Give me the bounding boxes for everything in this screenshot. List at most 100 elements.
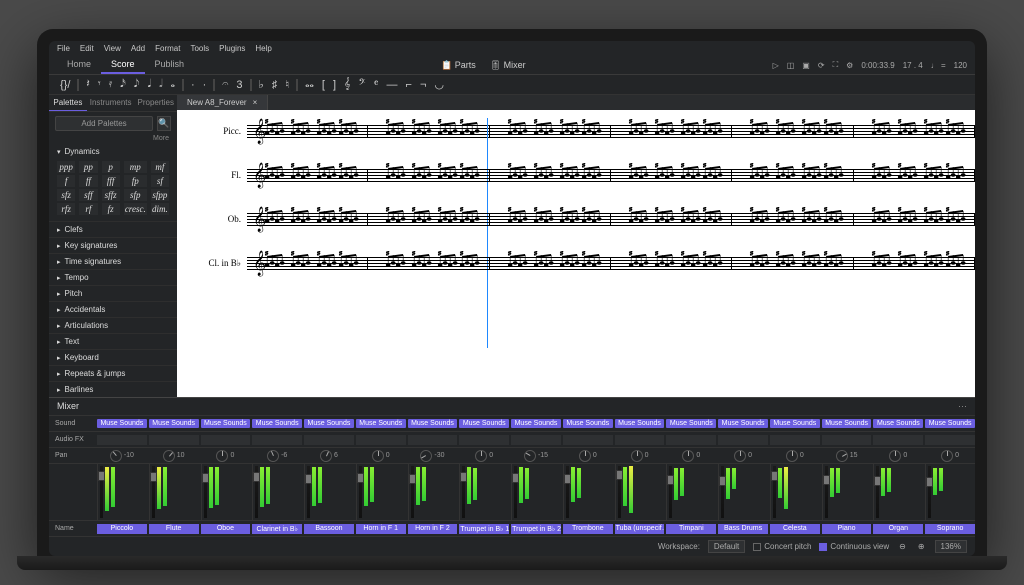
music-sheet[interactable]: Picc.𝄞 ♯ ♯ ♯ ♯ ♯ ♯ ♯ ♯ ♯ ♯ ♯ ♯ ♯ ♯ ♯ ♯ ♯… xyxy=(177,110,975,397)
palette-more[interactable]: More xyxy=(49,135,177,144)
fader-handle[interactable] xyxy=(616,470,623,480)
pan-knob[interactable] xyxy=(834,450,850,462)
staff[interactable]: 𝄞 ♯ ♯ ♯ ♯ ♯ ♯ ♯ ♯ ♯ ♯ ♯ ♯ ♯ ♯ ♯ ♯ ♯ ♯ ♯ … xyxy=(247,206,975,232)
track-name[interactable]: Trumpet in B♭ 1 xyxy=(459,524,509,534)
track-name[interactable]: Oboe xyxy=(201,524,251,534)
note-tool-1[interactable]: 𝄽 xyxy=(85,78,90,91)
note-tool-2[interactable]: 𝄾 xyxy=(97,78,102,91)
fader-handle[interactable] xyxy=(98,471,105,481)
staff[interactable]: 𝄞 ♯ ♯ ♯ ♯ ♯ ♯ ♯ ♯ ♯ ♯ ♯ ♯ ♯ ♯ ♯ ♯ ♯ ♯ ♯ … xyxy=(247,250,975,276)
note-tool-12[interactable]: 3 xyxy=(235,79,243,91)
dynamic-sffz[interactable]: sffz xyxy=(102,189,120,201)
note-tool-5[interactable]: 𝅘𝅥𝅮 xyxy=(133,78,141,91)
fx-slot[interactable] xyxy=(201,435,251,445)
fx-slot[interactable] xyxy=(511,435,561,445)
fader-handle[interactable] xyxy=(460,472,467,482)
dynamic-rf[interactable]: rf xyxy=(79,203,97,215)
fader-handle[interactable] xyxy=(357,473,364,483)
note-tool-13[interactable]: ♭ xyxy=(258,78,265,91)
pan-knob[interactable] xyxy=(682,450,694,462)
palette-accidentals[interactable]: Accidentals xyxy=(49,301,177,317)
dynamic-sf[interactable]: sf xyxy=(151,175,169,187)
fader-handle[interactable] xyxy=(150,472,157,482)
dynamic-mf[interactable]: mf xyxy=(151,161,169,173)
sound-slot[interactable]: Muse Sounds xyxy=(563,419,613,428)
pan-knob[interactable] xyxy=(786,450,798,462)
fx-slot[interactable] xyxy=(149,435,199,445)
transport-icon-2[interactable]: ▣ xyxy=(802,61,810,70)
dynamic-ppp[interactable]: ppp xyxy=(57,161,75,173)
dynamic-sfp[interactable]: sfp xyxy=(124,189,147,201)
fader-handle[interactable] xyxy=(874,476,881,486)
transport-icon-0[interactable]: ▷ xyxy=(773,61,779,70)
sound-slot[interactable]: Muse Sounds xyxy=(770,419,820,428)
fader-handle[interactable] xyxy=(926,477,933,487)
panel-tab-instruments[interactable]: Instruments xyxy=(87,95,135,111)
track-name[interactable]: Timpani xyxy=(666,524,716,534)
note-tool-16[interactable]: 𝅝𝅝 xyxy=(304,78,315,91)
sound-slot[interactable]: Muse Sounds xyxy=(459,419,509,428)
sound-slot[interactable]: Muse Sounds xyxy=(511,419,561,428)
track-name[interactable]: Clarinet in B♭ xyxy=(252,524,302,534)
note-tool-4[interactable]: 𝅘𝅥𝅯 xyxy=(119,78,127,91)
sound-slot[interactable]: Muse Sounds xyxy=(873,419,923,428)
note-tool-7[interactable]: 𝅗𝅥 xyxy=(158,78,164,91)
menu-format[interactable]: Format xyxy=(155,44,180,53)
mixer-toggle[interactable]: 🎚 Mixer xyxy=(490,60,526,71)
staff[interactable]: 𝄞 ♯ ♯ ♯ ♯ ♯ ♯ ♯ ♯ ♯ ♯ ♯ ♯ ♯ ♯ ♯ ♯ ♯ ♯ ♯ … xyxy=(247,162,975,188)
note-tool-20[interactable]: 𝄢 xyxy=(358,78,367,91)
zoom-in-icon[interactable]: ⊕ xyxy=(916,542,927,551)
menu-add[interactable]: Add xyxy=(131,44,145,53)
dynamic-fff[interactable]: fff xyxy=(102,175,120,187)
tab-home[interactable]: Home xyxy=(57,56,101,74)
dynamic-cresc.[interactable]: cresc. xyxy=(124,203,147,215)
sound-slot[interactable]: Muse Sounds xyxy=(149,419,199,428)
fx-slot[interactable] xyxy=(615,435,665,445)
sound-slot[interactable]: Muse Sounds xyxy=(97,419,147,428)
concert-pitch-toggle[interactable]: Concert pitch xyxy=(753,542,811,551)
track-name[interactable]: Soprano xyxy=(925,524,975,534)
sound-slot[interactable]: Muse Sounds xyxy=(201,419,251,428)
palette-pitch[interactable]: Pitch xyxy=(49,285,177,301)
note-tool-8[interactable]: 𝅝 xyxy=(170,78,176,91)
fader-handle[interactable] xyxy=(202,473,209,483)
pan-knob[interactable] xyxy=(734,450,746,462)
zoom-out-icon[interactable]: ⊖ xyxy=(897,542,908,551)
note-tool-14[interactable]: ♯ xyxy=(271,79,279,91)
note-tool-25[interactable]: ◡ xyxy=(433,78,445,91)
track-name[interactable]: Celesta xyxy=(770,524,820,534)
fader-handle[interactable] xyxy=(667,475,674,485)
track-name[interactable]: Bassoon xyxy=(304,524,354,534)
track-name[interactable]: Piano xyxy=(822,524,872,534)
transport-icon-1[interactable]: ◫ xyxy=(787,61,795,70)
palette-articulations[interactable]: Articulations xyxy=(49,317,177,333)
palette-clefs[interactable]: Clefs xyxy=(49,221,177,237)
panel-tab-palettes[interactable]: Palettes xyxy=(49,95,87,111)
sound-slot[interactable]: Muse Sounds xyxy=(925,419,975,428)
add-palettes-button[interactable]: Add Palettes xyxy=(55,116,153,131)
dynamic-fp[interactable]: fp xyxy=(124,175,147,187)
transport-icon-5[interactable]: ⚙ xyxy=(846,61,853,70)
search-icon[interactable]: 🔍 xyxy=(157,116,171,131)
fader-handle[interactable] xyxy=(409,474,416,484)
fx-slot[interactable] xyxy=(822,435,872,445)
menu-view[interactable]: View xyxy=(104,44,121,53)
palette-keyboard[interactable]: Keyboard xyxy=(49,349,177,365)
dynamic-rfz[interactable]: rfz xyxy=(57,203,75,215)
fx-slot[interactable] xyxy=(563,435,613,445)
document-tab[interactable]: New A8_Forever× xyxy=(177,95,268,110)
track-name[interactable]: Piccolo xyxy=(97,524,147,534)
staff[interactable]: 𝄞 ♯ ♯ ♯ ♯ ♯ ♯ ♯ ♯ ♯ ♯ ♯ ♯ ♯ ♯ ♯ ♯ ♯ ♯ ♯ … xyxy=(247,118,975,144)
fader-handle[interactable] xyxy=(253,472,260,482)
pan-knob[interactable] xyxy=(631,450,643,462)
palette-time-signatures[interactable]: Time signatures xyxy=(49,253,177,269)
sound-slot[interactable]: Muse Sounds xyxy=(304,419,354,428)
sound-slot[interactable]: Muse Sounds xyxy=(666,419,716,428)
dynamic-pp[interactable]: pp xyxy=(79,161,97,173)
fader-handle[interactable] xyxy=(771,471,778,481)
parts-toggle[interactable]: 📋 Parts xyxy=(441,60,476,71)
zoom-level[interactable]: 136% xyxy=(935,540,967,553)
note-tool-9[interactable]: · xyxy=(190,79,196,91)
note-tool-6[interactable]: 𝅘𝅥 xyxy=(147,78,153,91)
transport-icon-4[interactable]: ⛶ xyxy=(833,60,839,70)
